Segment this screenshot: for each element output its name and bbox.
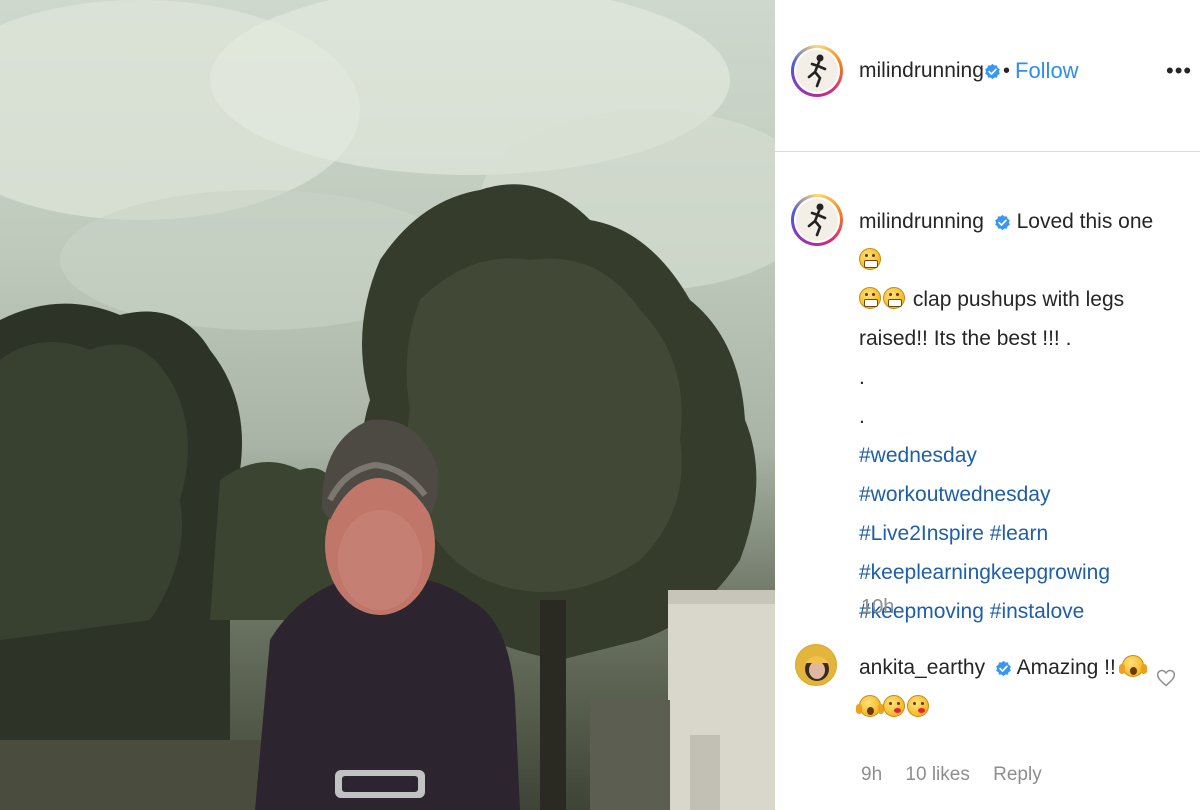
caption-username[interactable]: milindrunning [859, 210, 984, 233]
caption-text-part1: Loved this one [1016, 210, 1154, 233]
follow-button[interactable]: Follow [1015, 58, 1079, 84]
heart-icon[interactable] [1156, 668, 1176, 688]
post-timestamp[interactable]: 10h [861, 596, 894, 619]
hashtag-link[interactable]: #instalove [990, 600, 1085, 623]
grimacing-face-icon [859, 287, 881, 309]
caption-dot: . [859, 366, 865, 389]
caption-avatar-image [796, 199, 838, 241]
verified-badge-icon [994, 214, 1010, 231]
caption-text-block: milindrunning Loved this one clap pushup… [859, 202, 1159, 631]
post-side-panel: milindrunning • Follow ••• milindrunning [775, 0, 1200, 810]
hashtag-link[interactable]: #learn [990, 522, 1048, 545]
comment-likes-count[interactable]: 10 likes [905, 764, 969, 785]
comment-timestamp[interactable]: 9h [861, 764, 882, 785]
kissing-face-icon [907, 695, 929, 717]
verified-badge-icon [996, 660, 1011, 677]
post-video-frame [0, 0, 775, 810]
header-separator: • [1003, 60, 1011, 82]
screaming-face-icon [1118, 655, 1144, 677]
caption-dot: . [859, 405, 865, 428]
hashtag-link[interactable]: #wednesday [859, 444, 977, 467]
verified-badge-icon [985, 63, 1000, 80]
caption-avatar-border [794, 197, 840, 243]
commenter-avatar[interactable] [795, 644, 837, 686]
hashtag-link[interactable]: #keeplearningkeepgrowing [859, 561, 1110, 584]
hashtag-link[interactable]: #Live2Inspire [859, 522, 984, 545]
grimacing-face-icon [859, 248, 881, 270]
screaming-face-icon [856, 695, 881, 717]
grimacing-face-icon [883, 287, 905, 309]
comment-text: Amazing !! [1016, 656, 1116, 679]
comment-body: ankita_earthy Amazing !! [856, 648, 1159, 728]
reply-button[interactable]: Reply [993, 764, 1042, 785]
kissing-face-icon [883, 695, 905, 717]
more-options-icon[interactable]: ••• [1166, 60, 1192, 82]
running-figure-icon [807, 203, 827, 237]
author-avatar-image [796, 50, 838, 92]
post-media[interactable] [0, 0, 775, 810]
hashtag-link[interactable]: #workoutwednesday [859, 483, 1050, 506]
commenter-username[interactable]: ankita_earthy [859, 656, 985, 679]
author-avatar[interactable] [791, 45, 843, 97]
comment-meta: 9h 10 likes Reply [861, 764, 1060, 786]
author-username[interactable]: milindrunning [859, 59, 984, 83]
post-header: milindrunning • Follow ••• [775, 0, 1200, 152]
author-avatar-border [794, 48, 840, 94]
running-figure-icon [807, 54, 827, 88]
caption-author-avatar[interactable] [791, 194, 843, 246]
commenter-avatar-image [805, 656, 829, 681]
